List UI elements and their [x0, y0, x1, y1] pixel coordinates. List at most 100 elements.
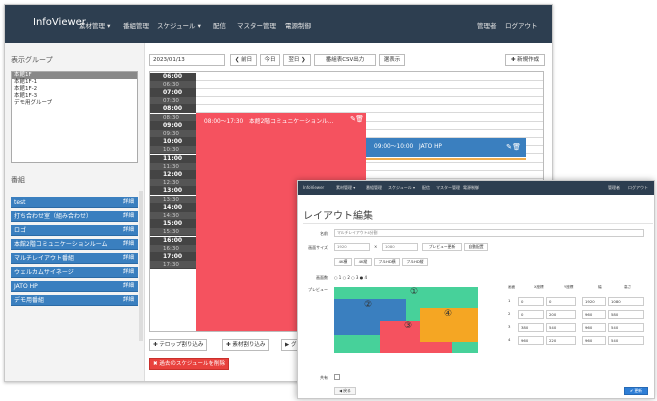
size-separator: × [374, 244, 378, 249]
time-slot[interactable] [150, 97, 543, 106]
brand-logo[interactable]: InfoViewer [303, 185, 324, 190]
table-cell[interactable]: 200 [546, 310, 576, 319]
detail-link[interactable]: 詳細 [123, 295, 134, 306]
telop-interrupt-button[interactable]: ✚ テロップ割り込み [149, 339, 208, 351]
group-item[interactable]: デモ用グループ [12, 100, 137, 107]
nav-master[interactable]: マスター管理 [436, 185, 460, 191]
new-schedule-button[interactable]: ✚ 新規作成 [505, 54, 545, 66]
trash-icon[interactable]: 🗑 [512, 138, 521, 157]
group-item[interactable]: 本館1F [12, 72, 137, 79]
table-cell[interactable]: 960 [582, 323, 606, 332]
detail-link[interactable]: 詳細 [123, 225, 134, 236]
group-item[interactable]: 本館1F-2 [12, 86, 137, 93]
nav-delivery[interactable]: 配信 [422, 185, 430, 191]
group-item[interactable]: 本館1F-3 [12, 93, 137, 100]
time-slot[interactable] [150, 81, 543, 89]
program-item[interactable]: JATO HP 詳細 [11, 281, 138, 292]
delete-past-schedule-button[interactable]: ✖ 過去のスケジュールを削除 [149, 358, 229, 370]
column-header: 画面 [508, 285, 516, 289]
grid-radio-group[interactable]: ○ 1 ○ 2 ○ 3 ● 4 [334, 275, 367, 280]
program-label: マルチレイアウト番組 [14, 255, 75, 262]
group-item[interactable]: 本館1F-1 [12, 79, 137, 86]
nav-logout[interactable]: ログアウト [628, 185, 648, 191]
width-input[interactable]: 1920 [334, 243, 370, 251]
table-cell: 2 [508, 311, 511, 316]
program-item[interactable]: test 詳細 [11, 197, 138, 208]
preset-4k-landscape[interactable]: 4K横 [334, 258, 352, 266]
auto-layout-button[interactable]: 自動配置 [464, 243, 488, 251]
brand-logo[interactable]: InfoViewer [33, 17, 86, 28]
time-label: 16:30 [150, 244, 196, 253]
time-label: 09:00 [150, 121, 196, 130]
nav-logout[interactable]: ログアウト [505, 20, 538, 30]
table-cell[interactable]: 540 [608, 336, 644, 345]
nav-program[interactable]: 番組管理 [123, 20, 149, 30]
time-label: 12:30 [150, 179, 196, 188]
detail-link[interactable]: 詳細 [123, 197, 134, 208]
table-cell[interactable]: 220 [546, 336, 576, 345]
edit-icon[interactable]: ✎ [506, 138, 512, 157]
preset-4k-portrait[interactable]: 4K縦 [354, 258, 372, 266]
nav-material[interactable]: 素材管理 ▾ [79, 20, 110, 30]
csv-export-button[interactable]: 番組表CSV出力 [314, 54, 376, 66]
height-input[interactable]: 1080 [382, 243, 418, 251]
nav-user[interactable]: 管理者 [608, 185, 620, 191]
detail-link[interactable]: 詳細 [123, 281, 134, 292]
nav-schedule[interactable]: スケジュール ▾ [157, 20, 201, 30]
time-slot[interactable] [150, 89, 543, 98]
table-cell[interactable]: 0 [518, 310, 544, 319]
program-item[interactable]: ウェルカムサイネージ 詳細 [11, 267, 138, 278]
nav-power[interactable]: 電源制御 [285, 20, 311, 30]
program-item[interactable]: マルチレイアウト番組 詳細 [11, 253, 138, 264]
detail-link[interactable]: 詳細 [123, 253, 134, 264]
table-cell[interactable]: 540 [546, 323, 576, 332]
layout-edit-window: InfoViewer 素材管理 ▾ 番組管理 スケジュール ▾ 配信 マスター管… [297, 180, 655, 399]
detail-link[interactable]: 詳細 [123, 239, 134, 250]
schedule-event-blue[interactable]: 09:00〜10:00 JATO HP ✎ 🗑 [366, 138, 526, 157]
table-cell[interactable]: 580 [608, 310, 644, 319]
program-item[interactable]: 打ち合わせ室（組み合わせ） 詳細 [11, 211, 138, 222]
detail-link[interactable]: 詳細 [123, 211, 134, 222]
group-listbox[interactable]: 本館1F 本館1F-1 本館1F-2 本館1F-3 デモ用グループ [11, 71, 138, 163]
display-select-button[interactable]: 選表示 [379, 54, 405, 66]
table-cell[interactable]: 960 [518, 336, 544, 345]
table-cell[interactable]: 1920 [582, 297, 606, 306]
table-cell[interactable]: 960 [582, 336, 606, 345]
today-button[interactable]: 今日 [260, 54, 280, 66]
table-cell[interactable]: 0 [518, 297, 544, 306]
program-item[interactable]: デモ用番組 詳細 [11, 295, 138, 306]
program-label: ロゴ [14, 227, 27, 234]
date-picker[interactable]: 2023/01/13 [149, 54, 225, 66]
table-cell[interactable]: 0 [546, 297, 576, 306]
nav-master[interactable]: マスター管理 [237, 20, 276, 30]
table-cell[interactable]: 540 [608, 323, 644, 332]
table-cell[interactable]: 380 [518, 323, 544, 332]
program-item[interactable]: 本館2階コミュニケーションルーム 詳細 [11, 239, 138, 250]
back-button[interactable]: ◀ 戻る [334, 387, 356, 395]
nav-power[interactable]: 電源制御 [463, 185, 479, 191]
next-day-button[interactable]: 翌日 ❯ [283, 54, 311, 66]
prev-day-button[interactable]: ❮ 前日 [230, 54, 257, 66]
table-cell[interactable]: 960 [582, 310, 606, 319]
save-button[interactable]: ✔ 更新 [624, 387, 648, 395]
program-item[interactable]: ロゴ 詳細 [11, 225, 138, 236]
time-slot[interactable] [150, 73, 543, 81]
table-cell[interactable]: 1080 [608, 297, 644, 306]
detail-link[interactable]: 詳細 [123, 267, 134, 278]
table-cell: 3 [508, 324, 511, 329]
nav-material[interactable]: 素材管理 ▾ [336, 185, 355, 191]
share-checkbox[interactable] [334, 374, 340, 380]
nav-schedule[interactable]: スケジュール ▾ [388, 185, 415, 191]
trash-icon[interactable]: 🗑 [355, 115, 364, 123]
nav-user[interactable]: 管理者 [477, 20, 497, 30]
material-interrupt-button[interactable]: ✚ 素材割り込み [222, 339, 270, 351]
nav-delivery[interactable]: 配信 [213, 20, 226, 30]
program-label: 打ち合わせ室（組み合わせ） [14, 213, 93, 220]
preset-fullhd-landscape[interactable]: フルHD横 [374, 258, 400, 266]
name-input[interactable]: マルチレイアウト4分割 [334, 229, 644, 237]
nav-program[interactable]: 番組管理 [366, 185, 382, 191]
sidebar-scrollbar[interactable] [139, 191, 143, 341]
time-label: 10:00 [150, 138, 196, 147]
preset-fullhd-portrait[interactable]: フルHD縦 [402, 258, 428, 266]
preview-update-button[interactable]: プレビュー更新 [422, 243, 462, 251]
